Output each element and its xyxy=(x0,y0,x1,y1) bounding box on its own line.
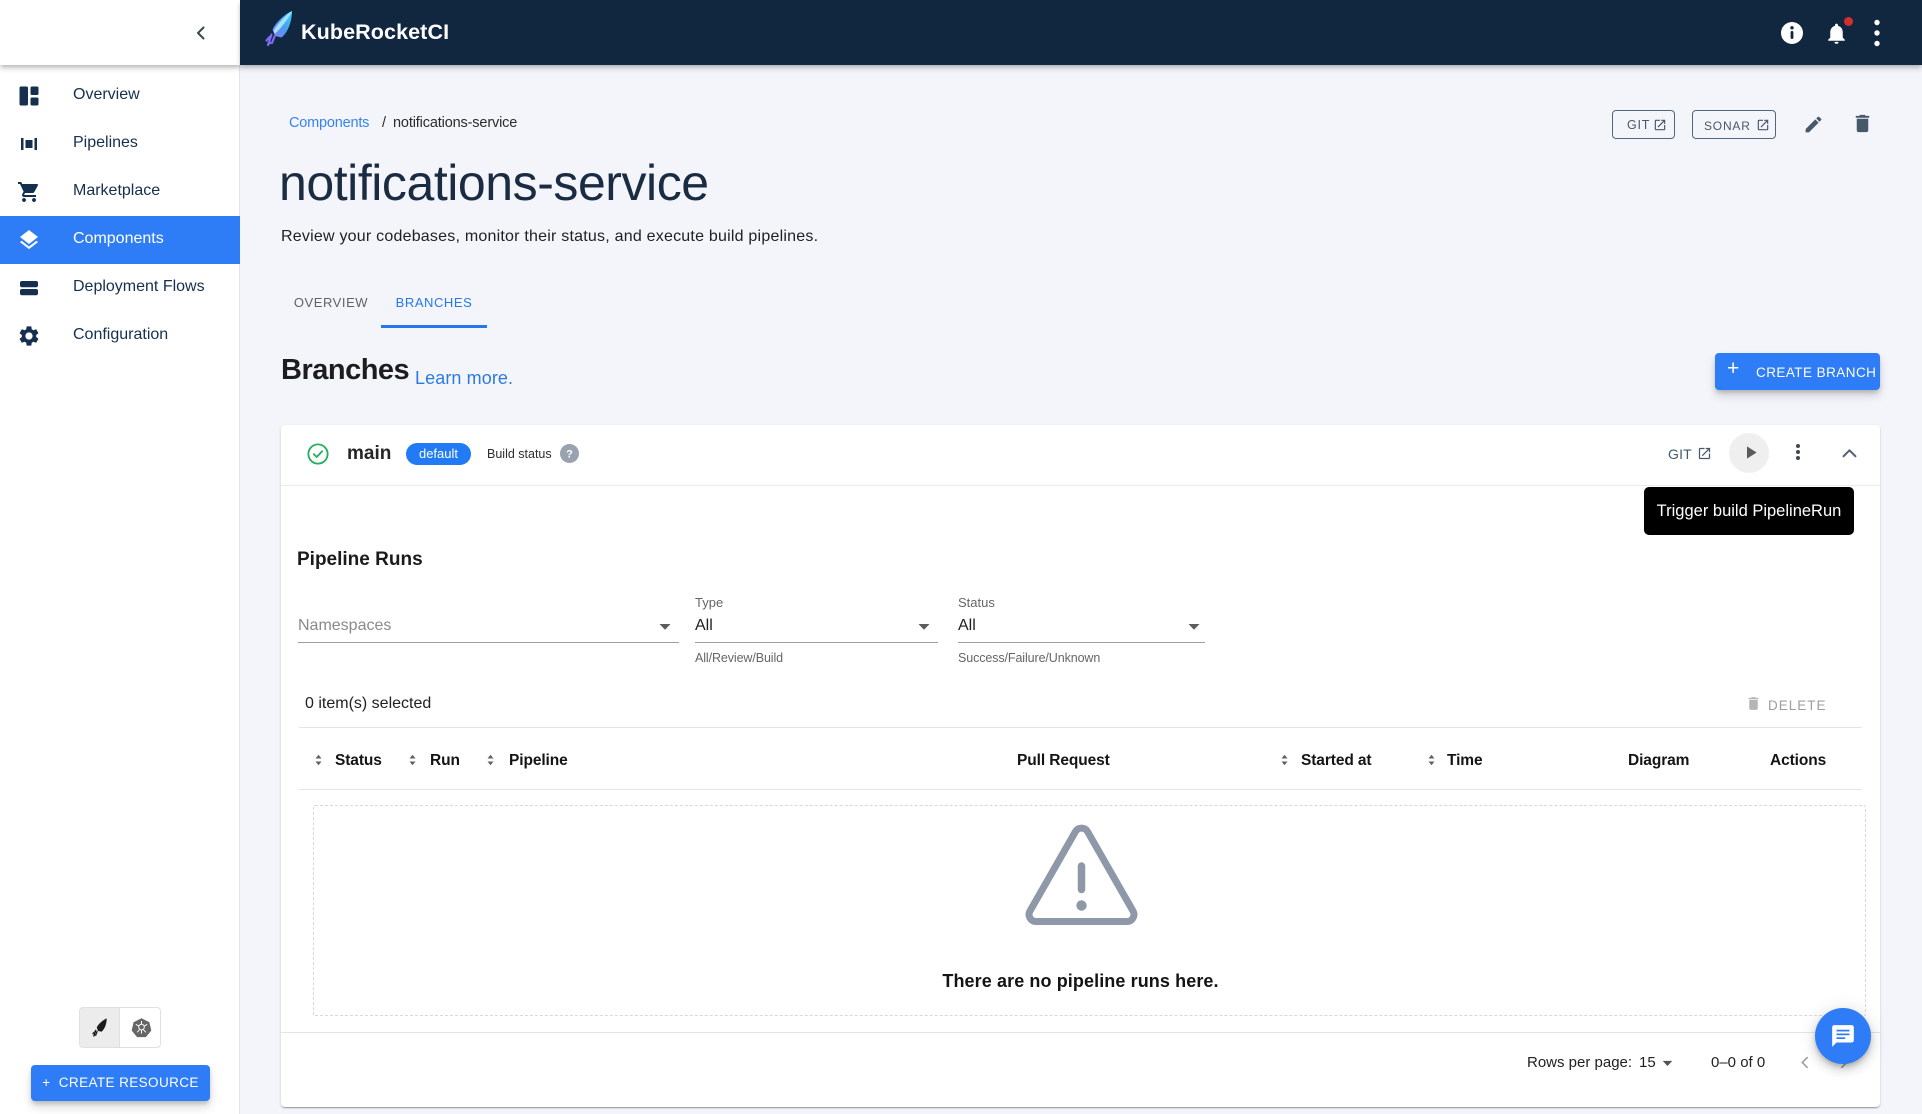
svg-text:?: ? xyxy=(566,448,573,460)
